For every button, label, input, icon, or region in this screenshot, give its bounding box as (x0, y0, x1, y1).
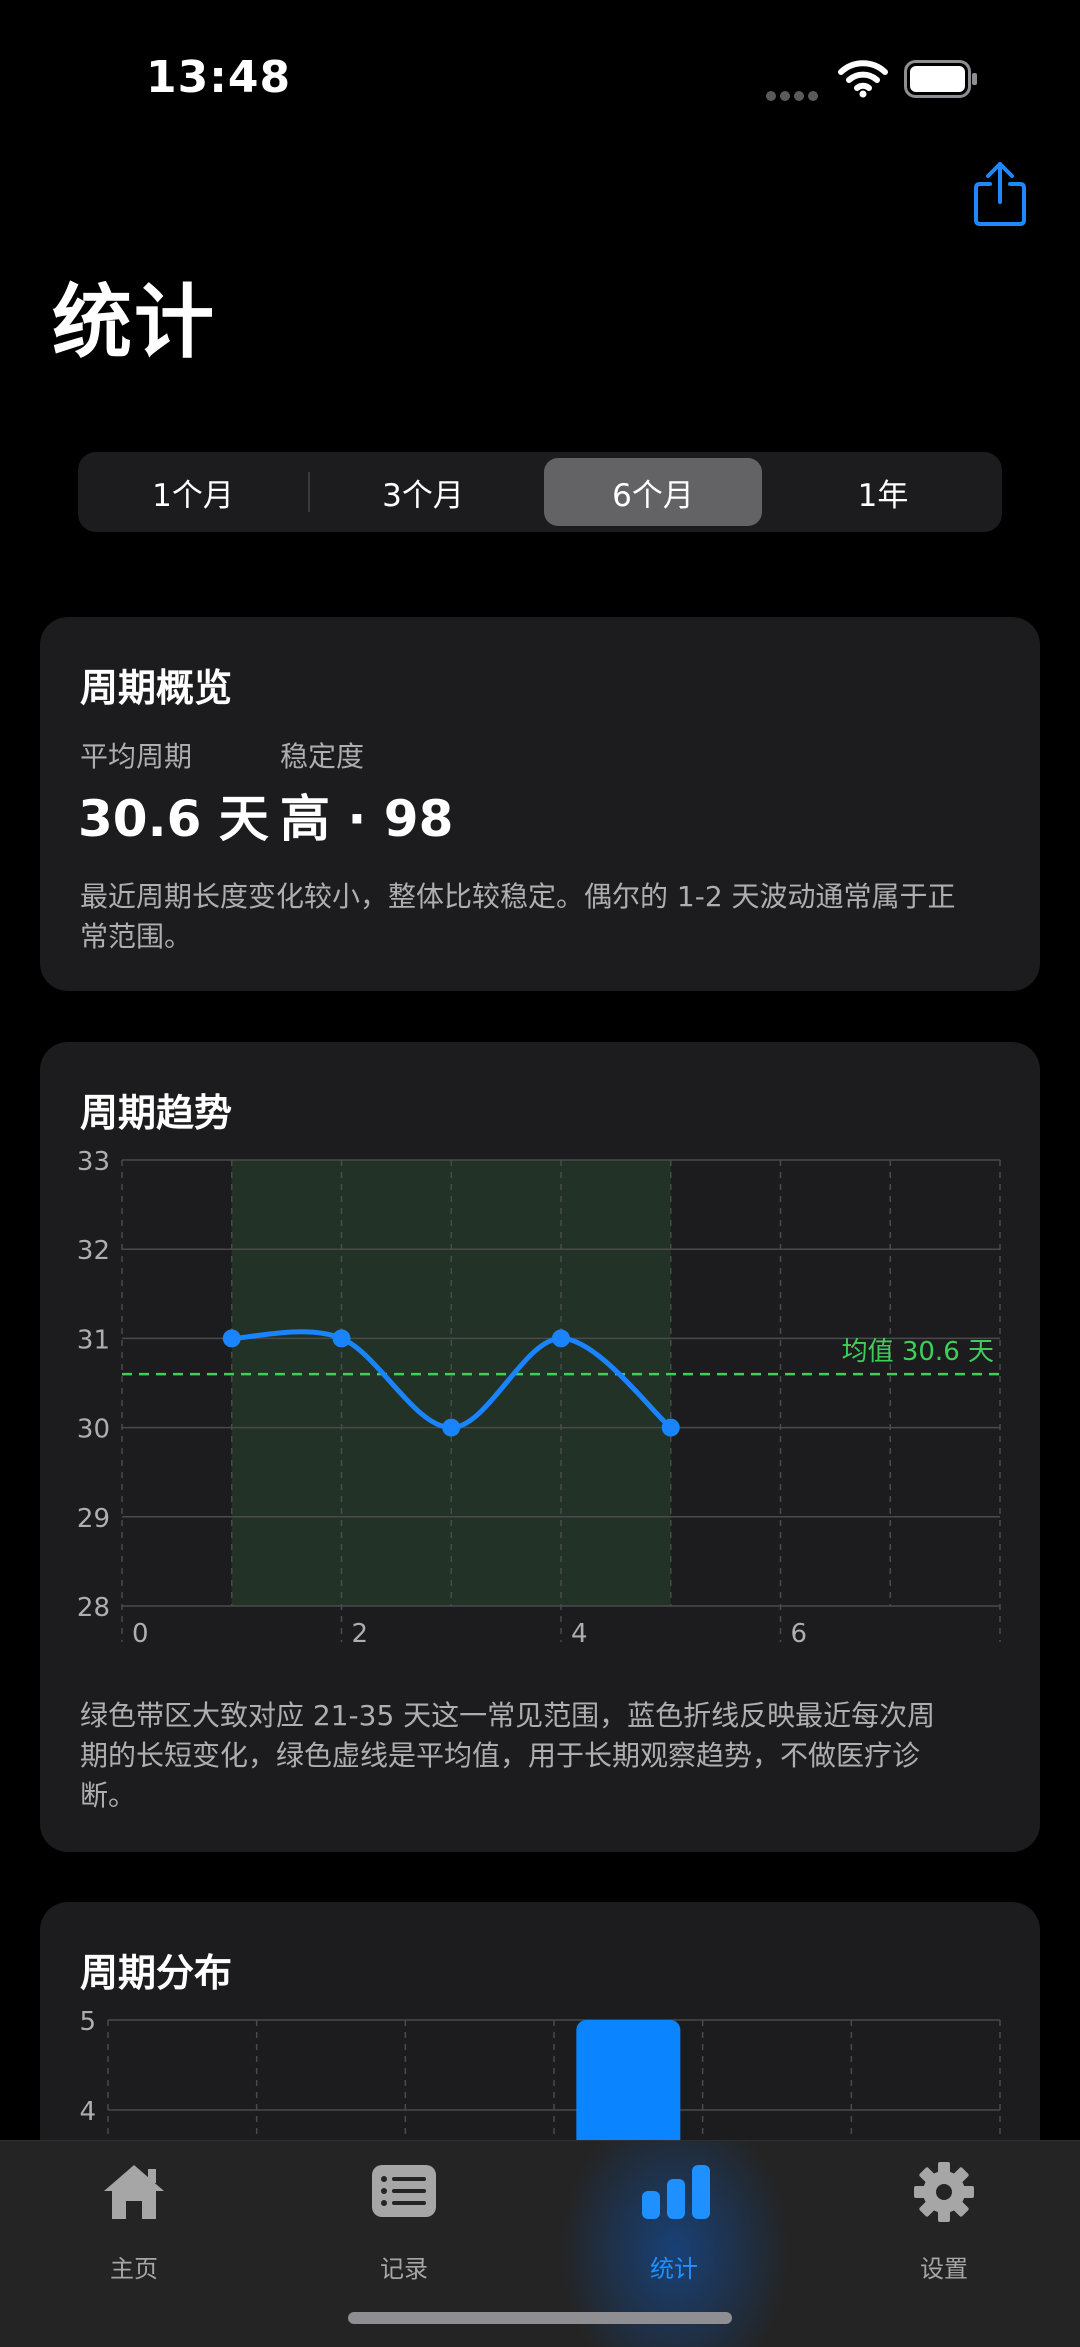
y-tick-label: 4 (79, 2097, 96, 2127)
y-tick-label: 30 (77, 1415, 110, 1445)
signal-icon (766, 86, 822, 101)
tab-home[interactable]: 主页 (54, 2161, 214, 2283)
trend-card: 周期趋势 28 29 30 31 32 33 0 2 4 6 均值 30.6 天 绿色带区大致对应 … (40, 1042, 1040, 1852)
normal-range-band (231, 1160, 671, 1606)
stability-label: 稳定度 (280, 740, 365, 773)
avg-cycle-value: 30.6 天 (78, 790, 269, 848)
segment-6-months[interactable]: 6个月 (544, 458, 762, 526)
y-tick-label: 5 (79, 2007, 96, 2037)
wifi-icon (838, 60, 888, 98)
chart-bar-icon (642, 2165, 710, 2219)
tab-home-label: 主页 (110, 2255, 158, 2283)
x-tick-label: 2 (352, 1619, 369, 1649)
y-tick-label: 29 (77, 1504, 110, 1534)
trend-description: 绿色带区大致对应 21-35 天这一常见范围，蓝色折线反映最近每次周期的长短变化… (80, 1699, 936, 1812)
y-tick-label: 32 (77, 1236, 110, 1266)
stability-value: 高 · 98 (280, 790, 454, 848)
house-icon (104, 2165, 164, 2219)
tab-settings-label: 设置 (920, 2255, 968, 2283)
segment-3-months[interactable]: 3个月 (314, 458, 532, 526)
tab-stats-label: 统计 (650, 2255, 698, 2283)
distribution-bar (576, 2020, 681, 2160)
data-point (552, 1329, 570, 1348)
share-button[interactable] (972, 160, 1028, 228)
battery-icon (904, 60, 977, 98)
page-title: 统计 (52, 276, 216, 369)
mean-label: 均值 30.6 天 (842, 1337, 994, 1367)
trend-chart: 28 29 30 31 32 33 0 2 4 6 均值 30.6 天 (77, 1147, 1001, 1649)
tab-records-label: 记录 (380, 2255, 428, 2283)
list-icon (372, 2165, 436, 2217)
segment-1-year[interactable]: 1年 (774, 458, 992, 526)
data-point (222, 1329, 241, 1348)
y-tick-label: 28 (77, 1593, 110, 1623)
period-segmented-control: 1个月 3个月 6个月 1年 (78, 452, 1002, 532)
data-point (442, 1418, 461, 1437)
segment-divider (308, 472, 310, 512)
avg-cycle-label: 平均周期 (80, 740, 193, 773)
home-indicator (348, 2312, 732, 2324)
data-point (332, 1329, 351, 1348)
overview-description: 最近周期长度变化较小，整体比较稳定。偶尔的 1-2 天波动通常属于正常范围。 (80, 880, 956, 953)
overview-title: 周期概览 (80, 666, 233, 710)
tab-stats[interactable]: 统计 (594, 2161, 754, 2283)
status-time: 13:48 (146, 52, 292, 103)
y-tick-label: 33 (77, 1147, 110, 1177)
x-tick-label: 6 (791, 1619, 808, 1649)
overview-card: 周期概览 平均周期 30.6 天 稳定度 高 · 98 最近周期长度变化较小，整… (40, 617, 1040, 991)
x-tick-label: 0 (132, 1619, 149, 1649)
data-point (661, 1418, 680, 1437)
segment-1-month[interactable]: 1个月 (84, 458, 302, 526)
gear-icon (914, 2162, 974, 2222)
y-tick-label: 31 (77, 1325, 110, 1355)
x-tick-label: 4 (571, 1619, 588, 1649)
tab-settings[interactable]: 设置 (864, 2161, 1024, 2283)
tab-records[interactable]: 记录 (324, 2161, 484, 2283)
